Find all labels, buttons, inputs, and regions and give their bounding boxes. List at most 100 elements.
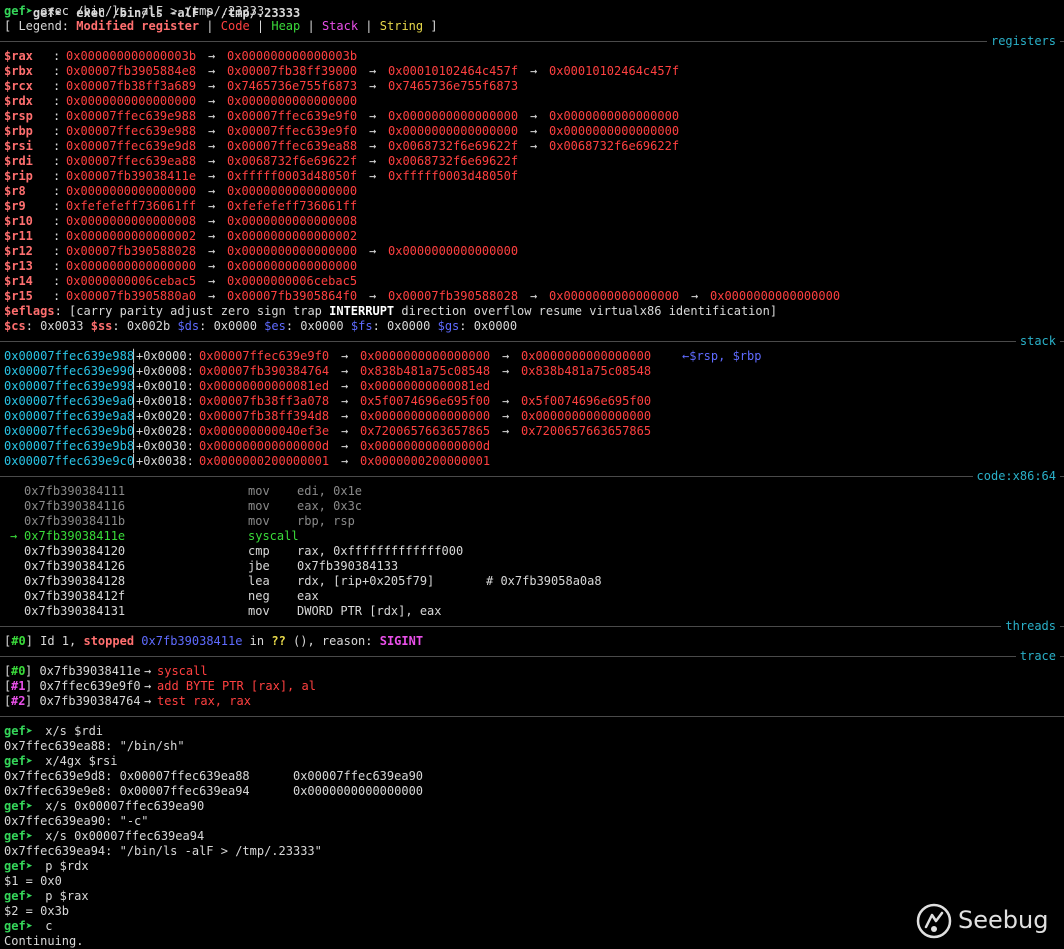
segment-value: : 0x002b: [112, 319, 178, 333]
chain-arrow-icon: →: [369, 79, 377, 93]
trace-address: ] 0x7ffec639e9f0: [25, 679, 148, 693]
command-text: c: [38, 919, 53, 933]
code-row: 0x7fb390384116 mov eax, 0x3c: [0, 499, 1064, 514]
code-operands: DWORD PTR [rdx], eax: [297, 604, 442, 618]
stack-row: 0x00007ffec639e9c0 │ +0x0038: 0x00000002000…: [0, 454, 1064, 469]
code-row: 0x7fb390384111 mov edi, 0x1e: [0, 484, 1064, 499]
chain-arrow-icon: →: [208, 154, 216, 168]
chain-arrow-icon: →: [369, 154, 377, 168]
stack-offset: +0x0008:: [136, 364, 194, 378]
code-mnemonic: syscall: [248, 529, 299, 543]
segments-line: $cs: 0x0033 $ss: 0x002b $ds: 0x0000 $es:…: [4, 319, 517, 334]
register-row: $rbx:0x00007fb3905884e8 → 0x00007fb38ff390…: [0, 64, 1064, 79]
register-value: 0x0000000000000000: [710, 289, 841, 303]
code-address[interactable]: 0x7fb390384131: [24, 604, 125, 619]
register-name: $r11: [4, 229, 33, 243]
stack-address: 0x00007ffec639e988: [4, 349, 135, 363]
chain-arrow-icon: →: [208, 184, 216, 198]
register-colon: :: [53, 124, 61, 138]
register-row: $r8:0x0000000000000000 → 0x000000000000000…: [0, 184, 1064, 199]
code-address[interactable]: 0x7fb390384120: [24, 544, 125, 559]
code-address[interactable]: 0x7fb39038411e: [24, 529, 125, 544]
threads-separator: threads: [0, 619, 1064, 634]
code-mnemonic: cmp: [248, 544, 270, 558]
chain-arrow-icon: →: [341, 454, 349, 468]
stack-row: 0x00007ffec639e990 │ +0x0008: 0x00007fb3903…: [0, 364, 1064, 379]
register-row: $rdi:0x00007ffec639ea88 → 0x0068732f6e6962…: [0, 154, 1064, 169]
stack-value: 0x00000000000081ed: [360, 379, 491, 393]
code-address[interactable]: 0x7fb39038412f: [24, 589, 125, 604]
chain-arrow-icon: →: [502, 409, 510, 423]
code-mnemonic: mov: [248, 484, 270, 498]
chain-arrow-icon: →: [341, 424, 349, 438]
register-name: $rsp: [4, 109, 33, 123]
code-address[interactable]: 0x7fb390384116: [24, 499, 125, 514]
segment-name: $cs: [4, 319, 26, 333]
chain-arrow-icon: →: [369, 139, 377, 153]
chain-arrow-icon: →: [208, 259, 216, 273]
legend-string: String: [379, 19, 424, 33]
register-colon: :: [53, 139, 61, 153]
stack-address: 0x00007ffec639e9c0: [4, 454, 135, 468]
stack-address: 0x00007ffec639e990: [4, 364, 135, 378]
segment-name: $ds: [177, 319, 200, 333]
output-text: 0x7ffec639ea90: "-c": [4, 814, 149, 828]
code-address[interactable]: 0x7fb39038411b: [24, 514, 125, 529]
register-value: 0x00007ffec639e988: [66, 124, 197, 138]
watermark-text: Seebug: [958, 906, 1049, 934]
stack-address: 0x00007ffec639e9b0: [4, 424, 135, 438]
chain-arrow-icon: →: [208, 49, 216, 63]
console-command: gef➤ c: [0, 919, 1064, 934]
register-colon: :: [53, 79, 61, 93]
stack-value: 0x5f0074696e695f00: [360, 394, 491, 408]
register-colon: :: [53, 199, 61, 213]
register-row: $rcx:0x00007fb38ff3a689 → 0x7465736e755f68…: [0, 79, 1064, 94]
legend-modified: Modified register: [76, 19, 200, 33]
stack-value: 0x838b481a75c08548: [521, 364, 652, 378]
code-address[interactable]: 0x7fb390384111: [24, 484, 125, 499]
register-colon: :: [53, 169, 61, 183]
register-name: $rbx: [4, 64, 33, 78]
stack-value: 0x838b481a75c08548: [360, 364, 491, 378]
stack-value: 0x00007fb38ff394d8: [199, 409, 330, 423]
legend-heap: Heap: [271, 19, 301, 33]
chain-arrow-icon: →: [208, 289, 216, 303]
code-comment: # 0x7fb39058a0a8: [486, 574, 602, 588]
code-operands: 0x7fb390384133: [297, 559, 399, 573]
register-value: 0x0000000000000008: [66, 214, 197, 228]
chain-arrow-icon: →: [502, 394, 510, 408]
chain-arrow-icon: →: [502, 364, 510, 378]
code-address[interactable]: 0x7fb390384128: [24, 574, 125, 589]
command-text: p $rdx: [38, 859, 89, 873]
gdb-terminal[interactable]: gef➤ exec /bin/ls -alF > /tmp/.23333 gef…: [0, 0, 1064, 949]
gef-prompt: gef➤: [4, 724, 33, 738]
register-colon: :: [53, 64, 61, 78]
trace-address: ] 0x7fb390384764: [25, 694, 148, 708]
segment-name: $ss: [90, 319, 113, 333]
code-row: 0x7fb390384120 cmp rax, 0xfffffffffffff000: [0, 544, 1064, 559]
register-row: $rdx:0x0000000000000000 → 0x00000000000000…: [0, 94, 1064, 109]
register-colon: :: [53, 184, 61, 198]
register-row: $r15:0x00007fb3905880a0 → 0x00007fb3905864…: [0, 289, 1064, 304]
output-text: $2 = 0x3b: [4, 904, 70, 918]
code-operands: edi, 0x1e: [297, 484, 363, 498]
gef-prompt: gef➤: [4, 754, 33, 768]
trace-frame-id: #2: [11, 694, 26, 708]
segment-value: : 0x0000: [459, 319, 518, 333]
code-mnemonic: lea: [248, 574, 270, 588]
legend-code: Code: [220, 19, 250, 33]
output-text: 0x7ffec639e9d8: 0x00007ffec639ea88 0x000…: [4, 769, 424, 783]
stack-address: 0x00007ffec639e998: [4, 379, 135, 393]
stack-address: 0x00007ffec639e9a0: [4, 394, 135, 408]
register-value: 0x0000000000000000: [388, 124, 519, 138]
register-value: 0x0000000000000008: [227, 214, 358, 228]
console-output-line: $2 = 0x3b: [0, 904, 1064, 919]
register-colon: :: [53, 289, 61, 303]
register-row: $r9:0xfefefeff736061ff → 0xfefefeff736061f…: [0, 199, 1064, 214]
stack-offset: +0x0010:: [136, 379, 194, 393]
section-label-threads: threads: [1001, 619, 1060, 634]
register-value: 0x0000000000000000: [549, 109, 680, 123]
code-address[interactable]: 0x7fb390384126: [24, 559, 125, 574]
stack-row: 0x00007ffec639e9a0 │ +0x0018: 0x00007fb38ff…: [0, 394, 1064, 409]
gef-prompt: gef➤: [4, 799, 33, 813]
